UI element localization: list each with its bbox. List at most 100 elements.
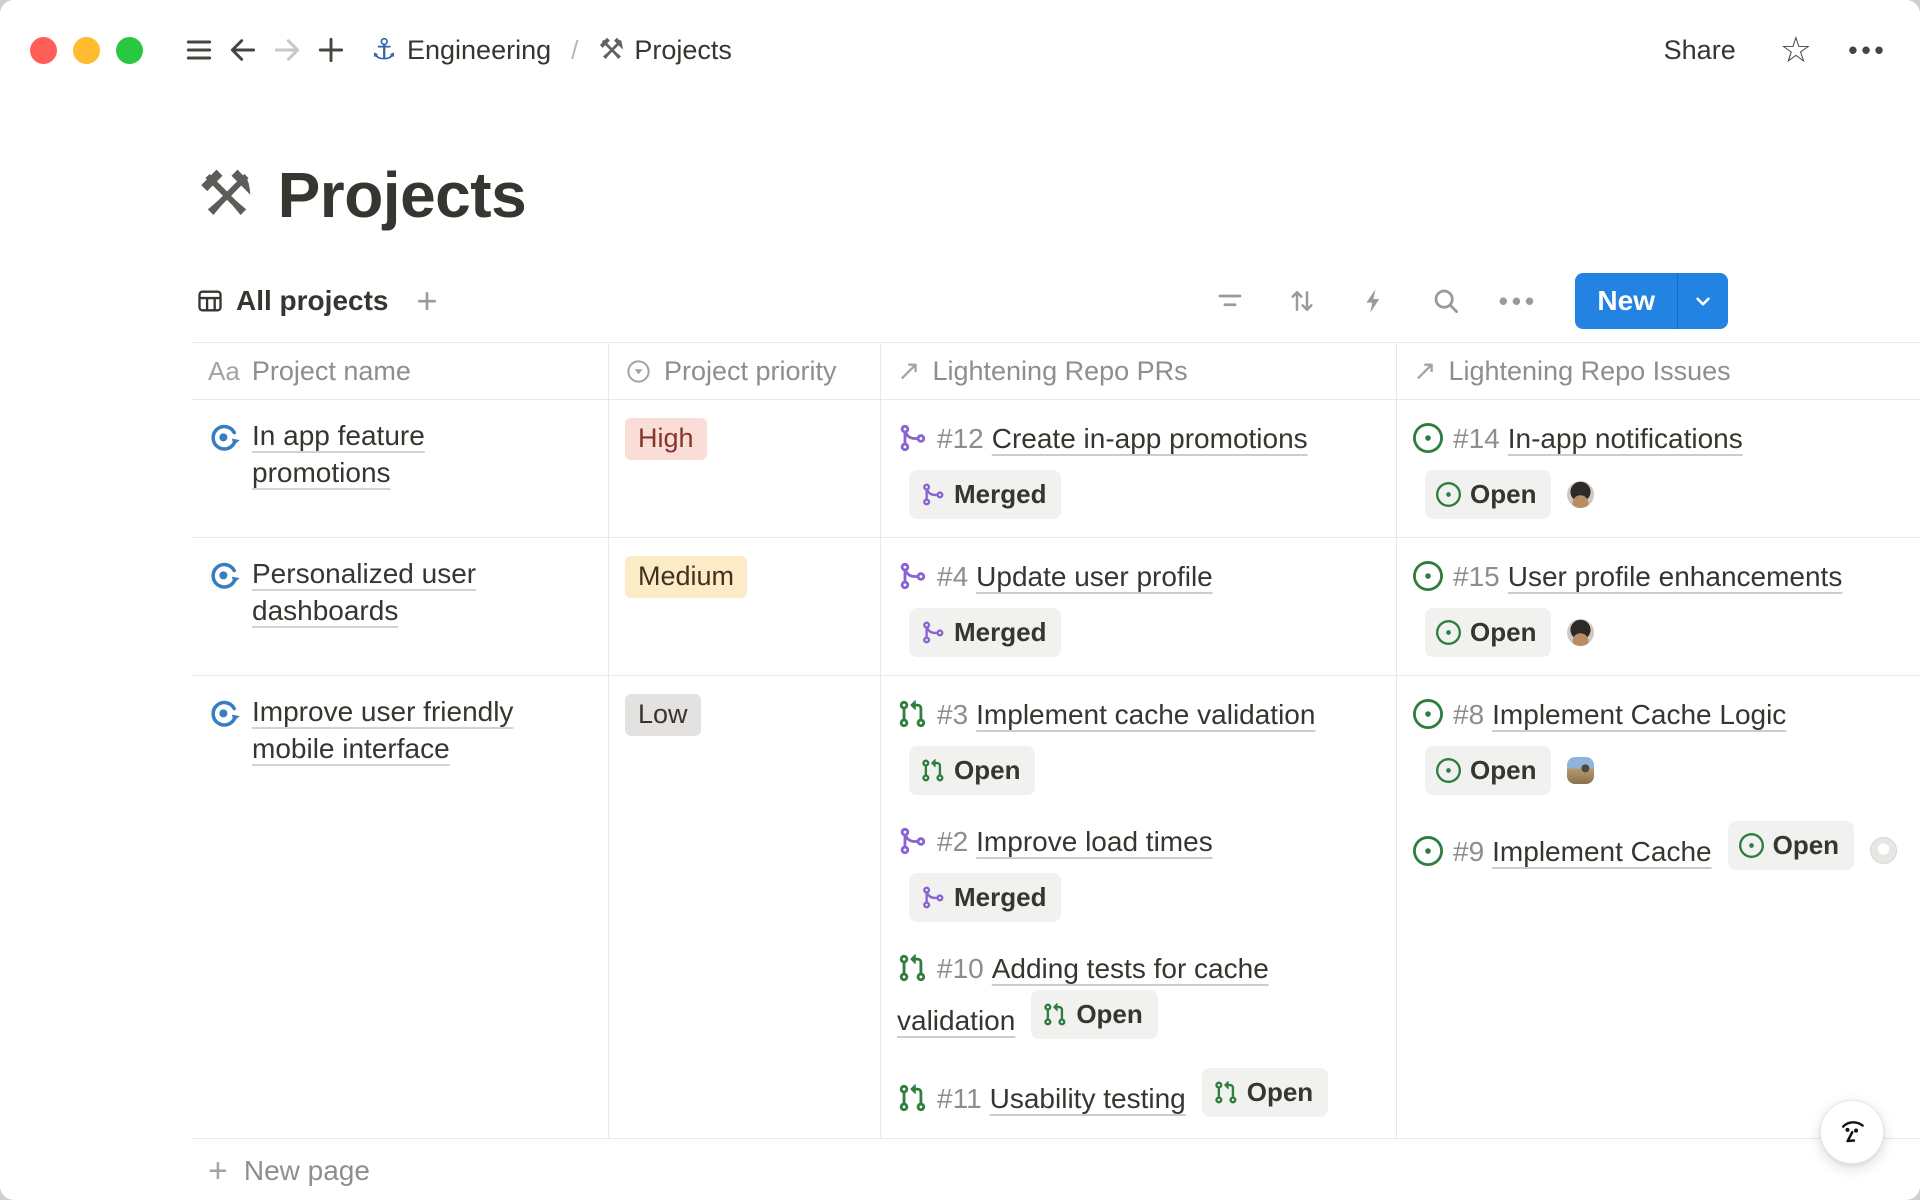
cell-project-priority[interactable]: Low — [609, 676, 881, 1138]
close-window-button[interactable] — [30, 37, 57, 64]
breadcrumb-separator: / — [571, 35, 578, 66]
notion-ai-button[interactable] — [1820, 1100, 1884, 1164]
new-record-split-button: New — [1575, 273, 1728, 329]
git-merge-icon — [897, 423, 927, 453]
issue-title-link[interactable]: User profile enhancements — [1508, 561, 1843, 592]
issue-title-link[interactable]: Implement Cache — [1492, 836, 1711, 867]
relation-arrow-icon: ↗ — [897, 357, 920, 385]
git-pull-request-icon — [920, 758, 945, 783]
minimize-window-button[interactable] — [73, 37, 100, 64]
pr-title-link[interactable]: Improve load times — [976, 826, 1213, 857]
column-header-repo-prs[interactable]: ↗ Lightening Repo PRs — [881, 343, 1397, 399]
github-sync-icon — [208, 560, 240, 592]
page-title[interactable]: Projects — [278, 158, 527, 232]
pr-number: #10 — [937, 953, 984, 984]
select-property-icon — [625, 358, 652, 385]
anchor-icon: ⚓ — [371, 36, 397, 65]
new-page-row[interactable]: + New page — [192, 1139, 1920, 1200]
pr-item: #10Adding tests for cache validationOpen — [897, 948, 1378, 1042]
pr-number: #4 — [937, 561, 968, 592]
project-name-link[interactable]: Personalized user dashboards — [252, 556, 552, 630]
issue-item: #14In-app notifications Open — [1413, 418, 1902, 519]
automation-lightning-icon[interactable] — [1353, 280, 1395, 322]
issue-title-link[interactable]: Implement Cache Logic — [1492, 699, 1786, 730]
cell-project-name[interactable]: Personalized user dashboards — [192, 538, 609, 675]
assignee-avatar — [1567, 757, 1594, 784]
new-page-plus-icon[interactable] — [309, 28, 353, 72]
notion-ai-face-icon — [1833, 1113, 1871, 1151]
app-window: ⚓ Engineering / ⚒ Projects Share ☆ ••• ⚒… — [0, 0, 1920, 1200]
filter-icon[interactable] — [1209, 280, 1251, 322]
cell-repo-prs[interactable]: #4 Update user profile Merged — [881, 538, 1397, 675]
pr-number: #11 — [937, 1083, 982, 1114]
column-header-repo-issues[interactable]: ↗ Lightening Repo Issues — [1397, 343, 1920, 399]
status-badge-open: Open — [1031, 990, 1157, 1039]
pr-title-link[interactable]: Create in-app promotions — [992, 423, 1308, 454]
column-label: Lightening Repo PRs — [932, 356, 1187, 387]
status-badge-merged: Merged — [909, 873, 1061, 922]
assignee-avatar — [1870, 837, 1897, 864]
sidebar-menu-icon[interactable] — [177, 28, 221, 72]
column-header-project-priority[interactable]: Project priority — [609, 343, 881, 399]
status-badge-merged: Merged — [909, 470, 1061, 519]
pr-item: #11 Usability testing Open — [897, 1068, 1378, 1120]
github-sync-icon — [208, 422, 240, 454]
new-button[interactable]: New — [1575, 273, 1677, 329]
table-row: Personalized user dashboards Medium #4 Up… — [192, 538, 1920, 676]
tab-all-projects[interactable]: All projects — [192, 279, 396, 323]
pr-title-link[interactable]: Update user profile — [976, 561, 1213, 592]
column-header-project-name[interactable]: Aa Project name — [192, 343, 609, 399]
breadcrumb: ⚓ Engineering / ⚒ Projects — [363, 31, 740, 70]
breadcrumb-page[interactable]: ⚒ Projects — [590, 31, 740, 70]
cell-project-name[interactable]: In app feature promotions — [192, 400, 609, 537]
git-pull-request-icon — [897, 953, 927, 983]
back-arrow-icon[interactable] — [221, 28, 265, 72]
status-badge-open: Open — [1425, 746, 1551, 795]
search-icon[interactable] — [1425, 280, 1467, 322]
project-name-link[interactable]: In app feature promotions — [252, 418, 552, 492]
issue-number: #15 — [1453, 561, 1500, 592]
forward-arrow-icon[interactable] — [265, 28, 309, 72]
assignee-avatar — [1567, 481, 1594, 508]
status-badge-merged: Merged — [909, 608, 1061, 657]
sort-icon[interactable] — [1281, 280, 1323, 322]
add-view-plus-icon[interactable]: + — [410, 287, 443, 316]
favorite-star-icon[interactable]: ☆ — [1780, 32, 1812, 68]
relation-arrow-icon: ↗ — [1413, 357, 1436, 385]
cell-repo-prs[interactable]: #12Create in-app promotions Merged — [881, 400, 1397, 537]
issue-item: #9Implement CacheOpen — [1413, 821, 1902, 873]
new-button-chevron-down-icon[interactable] — [1677, 273, 1728, 329]
cell-project-name[interactable]: Improve user friendly mobile interface — [192, 676, 609, 1138]
view-options-icon[interactable]: ••• — [1497, 280, 1539, 322]
hammer-wrench-icon: ⚒ — [598, 36, 624, 65]
pr-title-link[interactable]: Usability testing — [990, 1083, 1186, 1114]
git-merge-icon — [920, 482, 945, 507]
priority-tag-medium: Medium — [625, 556, 747, 598]
share-button[interactable]: Share — [1654, 29, 1746, 72]
project-name-link[interactable]: Improve user friendly mobile interface — [252, 694, 552, 768]
column-label: Project priority — [664, 356, 837, 387]
cell-project-priority[interactable]: High — [609, 400, 881, 537]
git-pull-request-icon — [1042, 1002, 1067, 1027]
issue-number: #14 — [1453, 423, 1500, 454]
page-icon-hammer-wrench[interactable]: ⚒ — [198, 164, 254, 226]
cell-project-priority[interactable]: Medium — [609, 538, 881, 675]
status-badge-open: Open — [1202, 1068, 1328, 1117]
git-merge-icon — [897, 561, 927, 591]
issue-open-icon — [1413, 561, 1443, 591]
github-sync-icon — [208, 698, 240, 730]
cell-repo-prs[interactable]: #3Implement cache validation Open #2Impr… — [881, 676, 1397, 1138]
pr-title-link[interactable]: Implement cache validation — [976, 699, 1315, 730]
more-options-icon[interactable]: ••• — [1846, 28, 1890, 72]
projects-table: Aa Project name Project priority ↗ Light… — [192, 342, 1920, 1200]
zoom-window-button[interactable] — [116, 37, 143, 64]
breadcrumb-workspace[interactable]: ⚓ Engineering — [363, 31, 559, 70]
issue-number: #9 — [1453, 836, 1484, 867]
issue-item: #8Implement Cache Logic Open — [1413, 694, 1902, 795]
cell-repo-issues[interactable]: #15User profile enhancements Open — [1397, 538, 1920, 675]
issue-title-link[interactable]: In-app notifications — [1508, 423, 1743, 454]
cell-repo-issues[interactable]: #14In-app notifications Open — [1397, 400, 1920, 537]
breadcrumb-workspace-label: Engineering — [407, 35, 551, 66]
status-badge-open: Open — [909, 746, 1035, 795]
cell-repo-issues[interactable]: #8Implement Cache Logic Open #9 Implement… — [1397, 676, 1920, 1138]
